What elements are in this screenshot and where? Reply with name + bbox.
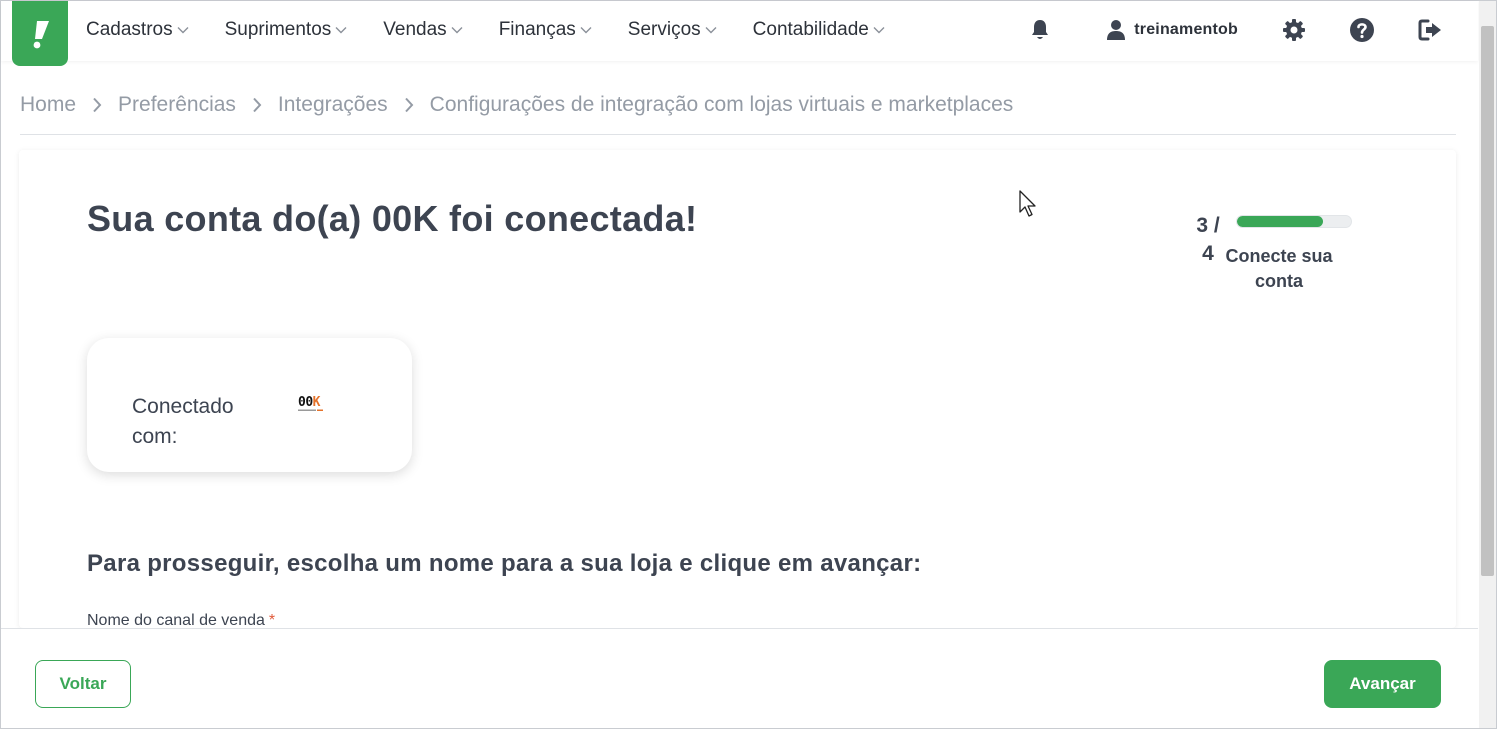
menu-contabilidade[interactable]: Contabilidade (753, 17, 885, 43)
ook-logo: 00K (298, 396, 328, 416)
menu-label: Suprimentos (224, 19, 332, 40)
next-button[interactable]: Avançar (1324, 660, 1441, 708)
chevron-right-icon (92, 97, 102, 113)
chevron-down-icon (580, 26, 592, 34)
connected-account-box: Conectado com: 00K (87, 338, 412, 472)
chevron-down-icon (873, 26, 885, 34)
app-logo[interactable] (12, 1, 68, 66)
menu-label: Vendas (383, 19, 447, 40)
integration-card: Sua conta do(a) 00K foi conectada! 3 / 4… (19, 150, 1456, 628)
required-mark: * (268, 612, 276, 628)
bell-icon[interactable] (1030, 19, 1050, 41)
menu-label: Contabilidade (752, 19, 869, 40)
chevron-right-icon (404, 97, 414, 113)
help-icon[interactable] (1350, 18, 1374, 42)
user-name: treinamentob (1134, 21, 1238, 38)
menu-cadastros[interactable]: Cadastros (86, 17, 189, 43)
menu-suprimentos[interactable]: Suprimentos (225, 17, 348, 43)
chevron-down-icon (335, 26, 347, 34)
instruction-text: Para prosseguir, escolha um nome para a … (87, 550, 922, 577)
chevron-right-icon (252, 97, 262, 113)
field-label-text: Nome do canal de venda (87, 612, 265, 628)
menu-financas[interactable]: Finanças (499, 17, 592, 43)
logo-text-b: K (312, 395, 321, 410)
navbar-actions: treinamentob (1030, 15, 1444, 45)
breadcrumb-integracoes[interactable]: Integrações (278, 93, 388, 117)
step-progress-fill (1237, 216, 1323, 227)
mouse-cursor-icon (1019, 190, 1037, 223)
logo-tagline-graphic (298, 409, 328, 413)
connected-label: Conectado com: (132, 395, 234, 448)
top-navbar: Cadastros Suprimentos Vendas Finanças Se… (1, 1, 1478, 66)
chevron-down-icon (705, 26, 717, 34)
user-icon (1106, 19, 1126, 41)
breadcrumb-current: Configurações de integração com lojas vi… (429, 93, 1014, 116)
wizard-footer: Voltar Avançar (1, 628, 1478, 728)
user-menu[interactable]: treinamentob (1106, 19, 1238, 41)
step-current: 3 / (1196, 214, 1220, 237)
breadcrumb: Home Preferências Integrações Configuraç… (20, 93, 1013, 117)
chevron-down-icon (177, 26, 189, 34)
breadcrumb-divider (20, 134, 1456, 135)
page-title: Sua conta do(a) 00K foi conectada! (87, 198, 698, 239)
gear-icon[interactable] (1282, 18, 1306, 42)
logo-text-a: 00 (298, 395, 313, 410)
back-button[interactable]: Voltar (35, 660, 131, 708)
menu-label: Serviços (627, 19, 701, 40)
breadcrumb-home[interactable]: Home (20, 93, 76, 117)
chevron-down-icon (451, 26, 463, 34)
scrollbar-thumb[interactable] (1481, 26, 1494, 576)
main-menu: Cadastros Suprimentos Vendas Finanças Se… (86, 17, 921, 43)
menu-vendas[interactable]: Vendas (383, 17, 463, 43)
logo-exclamation-icon (33, 20, 49, 48)
menu-label: Finanças (498, 19, 576, 40)
step-label: Conecte sua conta (1225, 246, 1333, 291)
menu-label: Cadastros (86, 19, 173, 40)
logout-icon[interactable] (1418, 19, 1444, 41)
step-progress-bar (1236, 215, 1352, 228)
channel-name-label: Nome do canal de venda * (87, 612, 275, 628)
menu-servicos[interactable]: Serviços (628, 17, 717, 43)
breadcrumb-preferencias[interactable]: Preferências (118, 93, 236, 117)
